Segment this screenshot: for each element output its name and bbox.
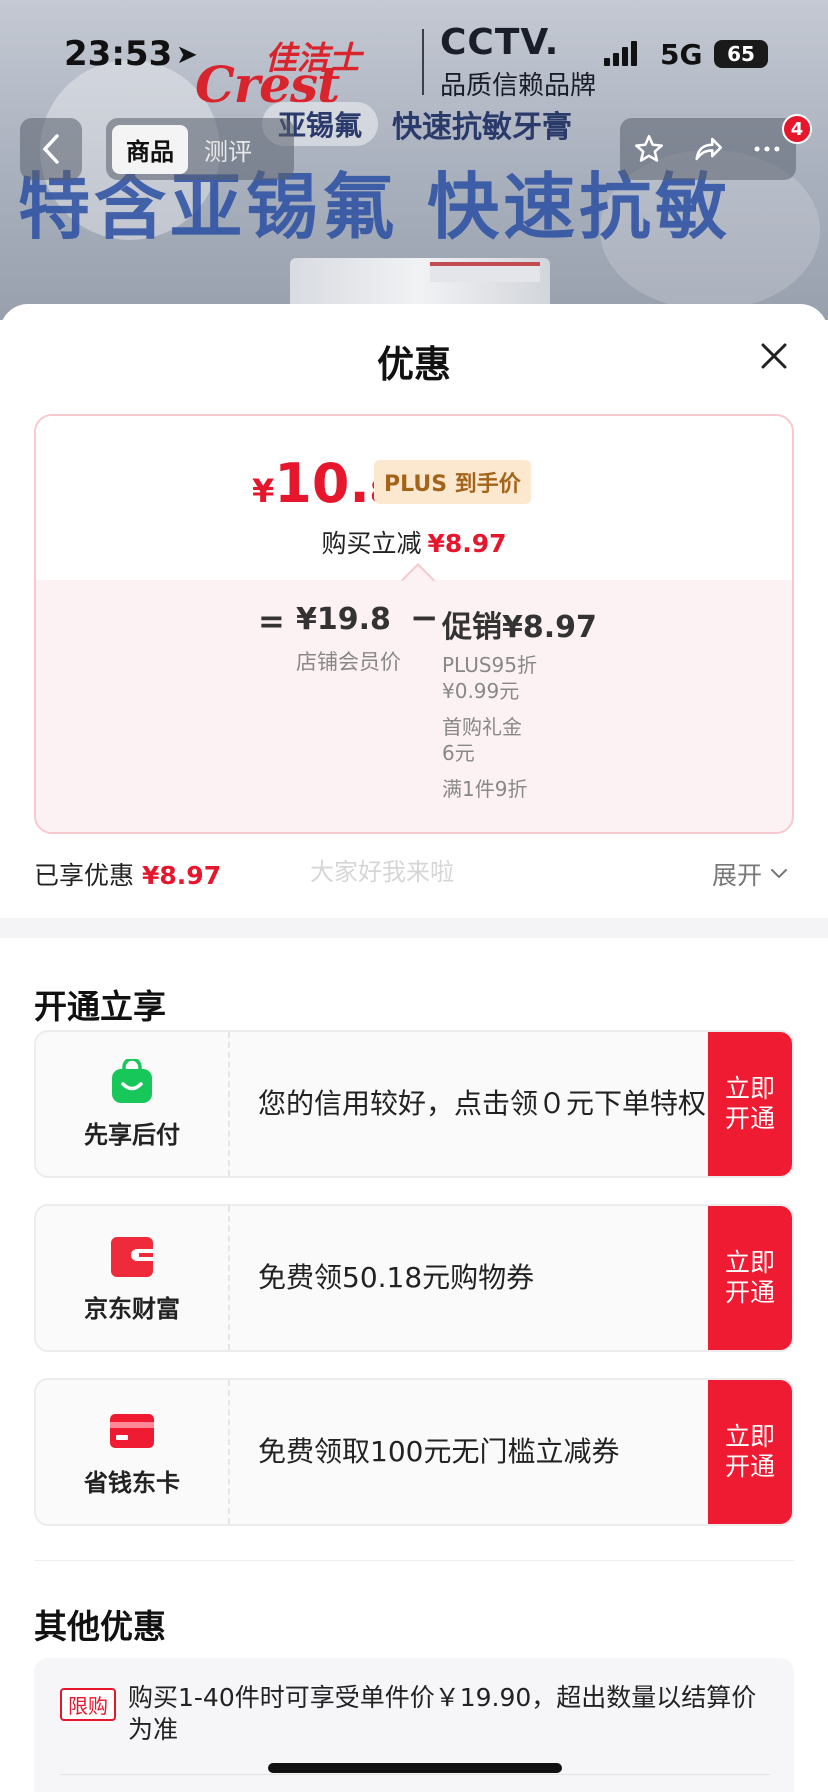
section-divider bbox=[0, 918, 828, 938]
promo-detail-item: 满1件9折 bbox=[442, 777, 528, 801]
share-icon[interactable] bbox=[690, 132, 726, 166]
more-icon[interactable] bbox=[750, 132, 784, 166]
network-type: 5G bbox=[660, 38, 703, 71]
other-section-title: 其他优惠 bbox=[34, 1607, 166, 1646]
battery-icon: 65 bbox=[714, 40, 768, 68]
promo-total: 促销¥8.97 bbox=[442, 610, 597, 645]
status-bar: 23:53 ➤ 5G 65 bbox=[0, 0, 828, 100]
promo-detail-item: PLUS95折 ¥0.99元 bbox=[442, 653, 537, 703]
service-description: 您的信用较好，点击领０元下单特权 bbox=[258, 1087, 707, 1120]
tab-review[interactable]: 测评 bbox=[204, 132, 252, 167]
limit-description: 购买1-40件时可享受单件价￥19.90，超出数量以结算价为准 bbox=[128, 1683, 757, 1744]
member-price: ¥19.8 bbox=[296, 602, 391, 637]
limit-tag: 限购 bbox=[60, 1688, 116, 1721]
divider bbox=[34, 1560, 794, 1561]
page-tabs: 商品 测评 bbox=[106, 118, 294, 180]
watermark-text: 大家好我来啦 bbox=[310, 858, 454, 886]
service-name: 京东财富 bbox=[84, 1294, 180, 1323]
cellular-signal-icon bbox=[604, 40, 637, 66]
service-card-jd-finance[interactable]: 京东财富 免费领50.18元购物券 立即 开通 bbox=[34, 1204, 794, 1352]
close-icon[interactable] bbox=[754, 336, 794, 376]
nav-actions bbox=[620, 118, 796, 180]
sheet-title: 优惠 bbox=[377, 343, 451, 386]
enjoyed-discount: 已享优惠 ¥8.97 bbox=[34, 861, 222, 890]
open-now-button[interactable]: 立即 开通 bbox=[708, 1032, 792, 1176]
open-now-button[interactable]: 立即 开通 bbox=[708, 1206, 792, 1350]
status-time: 23:53 bbox=[64, 34, 173, 74]
service-description: 免费领50.18元购物券 bbox=[258, 1261, 535, 1294]
open-section-title: 开通立享 bbox=[34, 987, 166, 1026]
service-name: 省钱东卡 bbox=[84, 1468, 180, 1497]
message-count-badge: 4 bbox=[782, 114, 812, 144]
tab-product[interactable]: 商品 bbox=[112, 124, 188, 174]
back-button[interactable] bbox=[20, 118, 82, 180]
chevron-down-icon bbox=[771, 869, 788, 879]
service-name: 先享后付 bbox=[84, 1120, 180, 1149]
instant-reduction: 购买立减 ¥8.97 bbox=[321, 529, 507, 558]
service-description: 免费领取100元无门槛立减券 bbox=[258, 1435, 620, 1468]
plus-price-tag: PLUS 到手价 bbox=[374, 460, 531, 504]
open-now-button[interactable]: 立即 开通 bbox=[708, 1380, 792, 1524]
banner-subline: 亚锡氟 快速抗敏牙膏 bbox=[262, 102, 572, 146]
service-card-saving-card[interactable]: 省钱东卡 免费领取100元无门槛立减券 立即 开通 bbox=[34, 1378, 794, 1526]
promo-detail-list: PLUS95折 ¥0.99元 首购礼金 6元 满1件9折 bbox=[442, 652, 537, 812]
expand-button[interactable]: 展开 bbox=[712, 856, 788, 892]
discount-sheet: 优惠 ¥ 10. 83 PLUS 到手价 购买立减¥8.97 = ¥19.8 店… bbox=[0, 304, 828, 1792]
shopping-bag-icon bbox=[112, 1058, 152, 1103]
service-card-pay-later[interactable]: 先享后付 您的信用较好，点击领０元下单特权 立即 开通 bbox=[34, 1030, 794, 1178]
star-favorite-icon[interactable] bbox=[632, 132, 666, 166]
chevron-left-icon bbox=[42, 134, 59, 164]
location-arrow-icon: ➤ bbox=[176, 40, 198, 70]
price-breakdown-card: ¥ 10. 83 PLUS 到手价 购买立减¥8.97 = ¥19.8 店铺会员… bbox=[34, 414, 794, 834]
banner-subtext: 快速抗敏牙膏 bbox=[392, 110, 573, 145]
home-indicator bbox=[268, 1763, 562, 1773]
minus-sign: − bbox=[410, 598, 439, 638]
wallet-icon bbox=[111, 1236, 153, 1277]
member-price-label: 店铺会员价 bbox=[296, 650, 401, 674]
equals-sign: = bbox=[258, 602, 285, 640]
promo-detail-item: 首购礼金 6元 bbox=[442, 715, 522, 765]
card-icon bbox=[110, 1413, 154, 1448]
